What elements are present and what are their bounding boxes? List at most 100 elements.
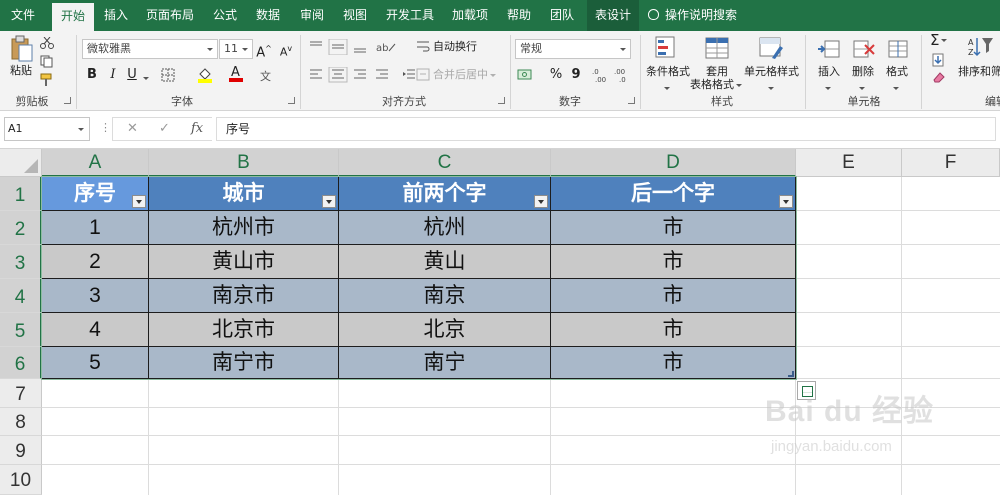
table-cell[interactable]: 市 bbox=[551, 279, 796, 313]
underline-dropdown-icon[interactable] bbox=[143, 71, 151, 80]
tab-formulas[interactable]: 公式 bbox=[205, 0, 245, 31]
row-header-7[interactable]: 7 bbox=[0, 379, 42, 408]
sort-filter-button[interactable]: 排序和筛 bbox=[958, 65, 1000, 79]
font-name-select[interactable]: 微软雅黑 bbox=[82, 39, 218, 59]
table-cell[interactable]: 南宁 bbox=[339, 347, 551, 379]
format-cells-button[interactable]: 格式 bbox=[886, 65, 908, 79]
percent-button[interactable]: % bbox=[546, 65, 566, 85]
table-cell[interactable]: 市 bbox=[551, 245, 796, 279]
column-header-e[interactable]: E bbox=[796, 149, 902, 177]
font-color-icon[interactable]: A bbox=[228, 65, 244, 83]
filter-dropdown-icon[interactable] bbox=[322, 195, 336, 208]
decrease-decimal-icon[interactable]: .00.0 bbox=[614, 67, 630, 84]
tab-team[interactable]: 团队 bbox=[542, 0, 582, 31]
filter-dropdown-icon[interactable] bbox=[132, 195, 146, 208]
table-cell[interactable]: 杭州 bbox=[339, 211, 551, 245]
number-format-select[interactable]: 常规 bbox=[515, 39, 631, 59]
number-launcher-icon[interactable] bbox=[628, 97, 635, 104]
table-cell[interactable]: 市 bbox=[551, 211, 796, 245]
row-header-10[interactable]: 10 bbox=[0, 465, 42, 495]
table-header-cell[interactable]: 序号 bbox=[42, 177, 149, 211]
delete-cells-button[interactable]: 删除 bbox=[852, 65, 874, 79]
name-box[interactable]: A1 bbox=[4, 117, 90, 141]
horizontal-align-icons[interactable] bbox=[308, 66, 398, 83]
enter-icon[interactable]: ✓ bbox=[159, 121, 170, 136]
tab-add-ins[interactable]: 加载项 bbox=[444, 0, 496, 31]
table-cell[interactable]: 南京 bbox=[339, 279, 551, 313]
row-header-8[interactable]: 8 bbox=[0, 408, 42, 436]
table-cell[interactable]: 杭州市 bbox=[149, 211, 339, 245]
merge-center-icon[interactable] bbox=[416, 68, 430, 81]
tab-file[interactable]: 文件 bbox=[0, 0, 46, 31]
format-as-table-icon[interactable] bbox=[704, 35, 730, 61]
row-header-3[interactable]: 3 bbox=[0, 245, 42, 279]
column-header-d[interactable]: D bbox=[551, 149, 796, 177]
alignment-launcher-icon[interactable] bbox=[498, 97, 505, 104]
cancel-icon[interactable]: ✕ bbox=[127, 121, 138, 136]
column-header-a[interactable]: A bbox=[42, 149, 149, 177]
increase-decimal-icon[interactable]: .0.00 bbox=[592, 67, 608, 84]
tab-home[interactable]: 开始 bbox=[52, 3, 94, 31]
indent-icon[interactable] bbox=[402, 67, 416, 81]
currency-icon[interactable] bbox=[517, 68, 537, 82]
table-cell[interactable]: 市 bbox=[551, 347, 796, 379]
delete-cells-icon[interactable] bbox=[852, 37, 876, 61]
conditional-format-button[interactable]: 条件格式 bbox=[646, 65, 690, 79]
paste-button[interactable]: 粘贴 bbox=[10, 64, 32, 78]
table-resize-handle[interactable] bbox=[788, 371, 794, 377]
copy-icon[interactable] bbox=[40, 55, 54, 68]
table-cell[interactable]: 4 bbox=[42, 313, 149, 347]
column-header-f[interactable]: F bbox=[902, 149, 1000, 177]
cell-styles-button[interactable]: 单元格样式 bbox=[744, 65, 799, 79]
tab-help[interactable]: 帮助 bbox=[499, 0, 539, 31]
wrap-text-icon[interactable] bbox=[416, 39, 430, 53]
table-cell[interactable]: 3 bbox=[42, 279, 149, 313]
tell-me-search[interactable]: 操作说明搜索 bbox=[648, 0, 737, 31]
italic-button[interactable]: I bbox=[103, 65, 123, 85]
filter-dropdown-icon[interactable] bbox=[534, 195, 548, 208]
fill-down-icon[interactable] bbox=[932, 53, 946, 67]
paste-icon[interactable] bbox=[10, 35, 34, 63]
phonetic-icon[interactable]: 文 bbox=[260, 68, 274, 83]
row-header-2[interactable]: 2 bbox=[0, 211, 42, 245]
grow-font-button[interactable]: A^ bbox=[254, 39, 274, 60]
insert-function-icon[interactable]: fx bbox=[191, 121, 203, 136]
table-cell[interactable]: 1 bbox=[42, 211, 149, 245]
tab-developer[interactable]: 开发工具 bbox=[379, 0, 441, 31]
table-cell[interactable]: 市 bbox=[551, 313, 796, 347]
tab-data[interactable]: 数据 bbox=[248, 0, 288, 31]
table-cell[interactable]: 南宁市 bbox=[149, 347, 339, 379]
formula-bar-grip-icon[interactable]: ⋮ bbox=[100, 121, 111, 134]
bold-button[interactable]: B bbox=[82, 65, 102, 85]
tab-table-design[interactable]: 表设计 bbox=[587, 0, 639, 31]
table-header-cell[interactable]: 前两个字 bbox=[339, 177, 551, 211]
table-cell[interactable]: 北京市 bbox=[149, 313, 339, 347]
shrink-font-button[interactable]: Av bbox=[276, 39, 296, 59]
sort-filter-icon[interactable]: AZ bbox=[968, 35, 994, 59]
tab-view[interactable]: 视图 bbox=[335, 0, 375, 31]
comma-button[interactable]: 9 bbox=[566, 65, 586, 85]
select-all-button[interactable] bbox=[0, 149, 42, 177]
autosum-button[interactable]: Σ bbox=[930, 33, 948, 48]
row-header-9[interactable]: 9 bbox=[0, 436, 42, 465]
table-cell[interactable]: 北京 bbox=[339, 313, 551, 347]
table-cell[interactable]: 5 bbox=[42, 347, 149, 379]
insert-cells-icon[interactable] bbox=[817, 37, 841, 61]
clear-icon[interactable] bbox=[932, 71, 946, 83]
format-as-table-label-2[interactable]: 表格格式 bbox=[690, 78, 742, 92]
format-as-table-label-1[interactable]: 套用 bbox=[706, 65, 728, 79]
table-cell[interactable]: 2 bbox=[42, 245, 149, 279]
underline-button[interactable]: U bbox=[122, 65, 142, 85]
filter-dropdown-icon[interactable] bbox=[779, 195, 793, 208]
borders-icon[interactable] bbox=[161, 68, 175, 82]
fill-color-icon[interactable] bbox=[197, 66, 213, 83]
tab-review[interactable]: 审阅 bbox=[292, 0, 332, 31]
wrap-text-button[interactable]: 自动换行 bbox=[433, 40, 477, 54]
table-cell[interactable]: 黄山 bbox=[339, 245, 551, 279]
cut-icon[interactable] bbox=[40, 36, 54, 49]
column-header-b[interactable]: B bbox=[149, 149, 339, 177]
row-header-1[interactable]: 1 bbox=[0, 177, 42, 211]
font-size-select[interactable]: 11 bbox=[219, 39, 253, 59]
row-header-6[interactable]: 6 bbox=[0, 347, 42, 379]
table-header-cell[interactable]: 后一个字 bbox=[551, 177, 796, 211]
